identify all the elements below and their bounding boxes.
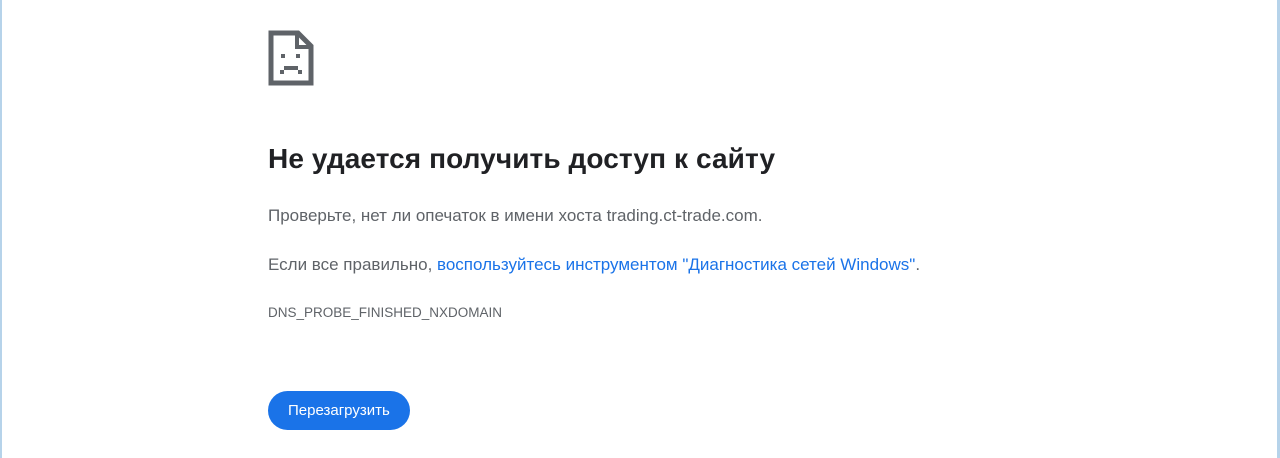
diagnostics-hint-prefix: Если все правильно, (268, 255, 438, 274)
network-diagnostics-link[interactable]: воспользуйтесь инструментом "Диагностика… (437, 255, 915, 274)
diagnostics-hint: Если все правильно, воспользуйтесь инстр… (268, 255, 920, 275)
browser-window: Не удается получить доступ к сайту Прове… (0, 0, 1280, 458)
hostname-hint: Проверьте, нет ли опечаток в имени хоста… (268, 206, 763, 225)
error-title: Не удается получить доступ к сайту (268, 143, 776, 174)
sad-page-icon (268, 30, 314, 86)
error-code: DNS_PROBE_FINISHED_NXDOMAIN (268, 305, 503, 320)
reload-button[interactable]: Перезагрузить (268, 391, 410, 430)
diagnostics-hint-suffix: . (915, 255, 921, 274)
